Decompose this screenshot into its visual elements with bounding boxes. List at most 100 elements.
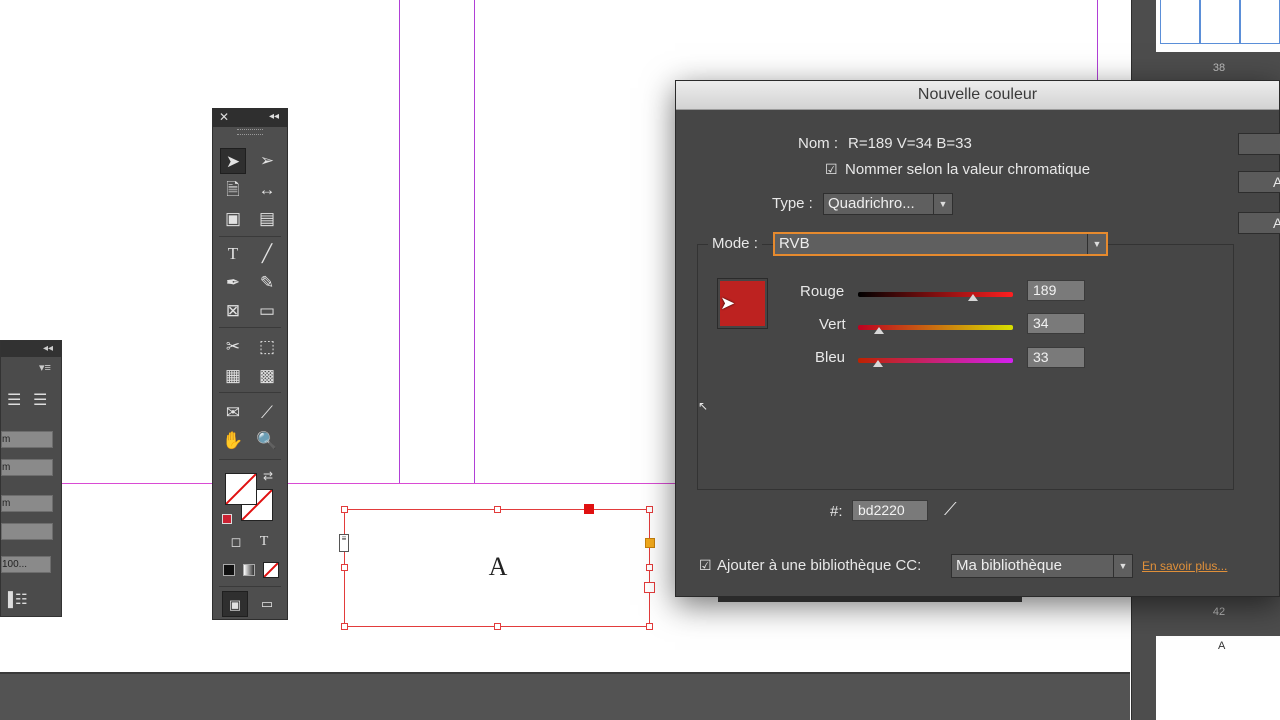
frame-handle-bottom-right[interactable] [646,623,653,630]
learn-more-link[interactable]: En savoir plus... [1142,559,1227,573]
gap-tool-icon[interactable]: ↔ [254,177,280,203]
normal-view-icon[interactable]: ▣ [222,591,248,617]
type-label: Type : [772,195,813,212]
page-thumbnail[interactable] [1156,0,1280,52]
red-label: Rouge [800,283,845,300]
apply-none-icon[interactable] [263,562,279,578]
frame-handle-mid-right[interactable] [645,538,655,548]
formatting-text-icon[interactable]: T [251,529,277,555]
type-select[interactable]: Quadrichro... ▼ [823,193,953,215]
hand-tool-icon[interactable]: ✋ [220,428,246,454]
red-slider-thumb[interactable] [967,294,978,301]
panel-menu-icon[interactable]: ▾≡ [39,361,57,375]
add-button[interactable]: A [1238,171,1280,193]
selection-tool-icon[interactable]: ➤ [220,148,246,174]
column-guide [399,0,400,484]
space-field[interactable] [1,523,53,540]
tool-separator [219,236,281,237]
rectangle-frame-tool-icon[interactable]: ⊠ [220,298,246,324]
name-by-value-label: Nommer selon la valeur chromatique [845,161,1091,178]
zoom-tool-icon[interactable]: 🔍 [254,428,280,454]
chevron-down-icon: ▼ [1113,555,1132,577]
align-right-icon[interactable]: ☰ [7,391,27,411]
collapse-icon[interactable]: ◂◂ [43,341,57,357]
free-transform-tool-icon[interactable]: ⬚ [254,334,280,360]
mode-group [697,244,1234,490]
green-label: Vert [819,316,846,333]
out-port-icon[interactable] [644,582,655,593]
gradient-feather-tool-icon[interactable]: ▩ [254,363,280,389]
hex-label: #: [830,503,843,520]
red-value-field[interactable]: 189 [1027,280,1085,301]
blue-label: Bleu [815,349,846,366]
blue-slider-thumb[interactable] [872,360,883,367]
apply-gradient-icon[interactable] [243,564,255,576]
frame-text: A [488,552,508,581]
frame-handle-mid-right-lower[interactable] [646,564,653,571]
green-slider-thumb[interactable] [873,327,884,334]
blue-value-field[interactable]: 33 [1027,347,1085,368]
shading-field[interactable]: 100... [1,556,51,573]
tool-separator [219,459,281,460]
frame-corner-options[interactable] [584,504,594,514]
content-placer-tool-icon[interactable]: ▤ [254,206,280,232]
frame-handle-mid-left[interactable] [341,564,348,571]
name-by-value-checkbox[interactable]: ☑ [825,162,839,176]
pen-tool-icon[interactable]: ✒ [220,270,246,296]
frame-handle-bottom-center[interactable] [494,623,501,630]
space-field[interactable]: m [1,495,53,512]
hex-value-field[interactable]: bd2220 [852,500,928,521]
red-slider-track[interactable] [858,292,1013,297]
chevron-down-icon: ▼ [933,194,952,214]
frame-handle-top-left[interactable] [341,506,348,513]
columns-icon[interactable]: ☷ [15,591,39,607]
eyedropper-tool-icon[interactable]: ⟋ [254,400,280,426]
column-guide [474,0,475,484]
close-icon[interactable]: ✕ [219,110,229,124]
add-cc-checkbox[interactable]: ☑ [699,558,713,572]
type-tool-icon[interactable]: T [220,241,246,267]
screen-mode-icon[interactable]: ▭ [254,591,280,617]
grip-icon[interactable] [237,129,263,135]
mode-label: Mode : [708,235,762,252]
fill-swatch[interactable] [225,473,257,505]
default-fill-stroke-icon[interactable] [222,514,232,524]
cancel-button[interactable]: A [1238,212,1280,234]
frame-handle-top-center[interactable] [494,506,501,513]
library-select[interactable]: Ma bibliothèque ▼ [951,554,1133,578]
align-justify-icon[interactable]: ☰ [33,391,53,411]
paragraph-panel: ◂◂ ▾≡ ☰ ☰ m m m 100... ▐ ☷ [0,340,62,617]
pasteboard [0,672,1130,720]
eyedropper-icon[interactable]: ⟋ [944,499,957,520]
green-value-field[interactable]: 34 [1027,313,1085,334]
frame-handle-top-right[interactable] [646,506,653,513]
swap-fill-stroke-icon[interactable]: ⇄ [263,469,273,483]
page-column [1200,0,1240,44]
formatting-container-icon[interactable]: ◻ [223,529,249,555]
pencil-tool-icon[interactable]: ✎ [254,270,280,296]
indent-field[interactable]: m [1,431,53,448]
name-label: Nom : [798,135,839,152]
indent-field[interactable]: m [1,459,53,476]
note-tool-icon[interactable]: ✉ [220,400,246,426]
line-tool-icon[interactable]: ╱ [254,241,280,267]
mouse-cursor-icon: ↖ [698,399,709,413]
mode-select-value: RVB [779,235,810,252]
apply-color-icon[interactable] [223,564,235,576]
content-collector-tool-icon[interactable]: ▣ [220,206,246,232]
ok-button[interactable] [1238,133,1280,155]
gradient-swatch-tool-icon[interactable]: ▦ [220,363,246,389]
scissors-tool-icon[interactable]: ✂ [220,334,246,360]
mode-select[interactable]: RVB ▼ [773,232,1108,256]
page-tool-icon[interactable]: 🗎 [220,177,246,203]
tools-panel: ✕ ◂◂ ➤ ➢ 🗎 ↔ ▣ ▤ T ╱ ✒ ✎ ⊠ ▭ ✂ ⬚ ▦ ▩ ✉ ⟋… [212,108,288,620]
tool-separator [219,392,281,393]
rectangle-tool-icon[interactable]: ▭ [254,298,280,324]
in-port-icon[interactable]: ≡ [339,534,349,552]
direct-selection-tool-icon[interactable]: ➢ [254,148,280,174]
tool-separator [219,586,281,587]
collapse-icon[interactable]: ◂◂ [269,111,279,122]
frame-handle-bottom-left[interactable] [341,623,348,630]
margin-guide [1097,0,1098,80]
panel-shadow-edge [718,597,1022,602]
